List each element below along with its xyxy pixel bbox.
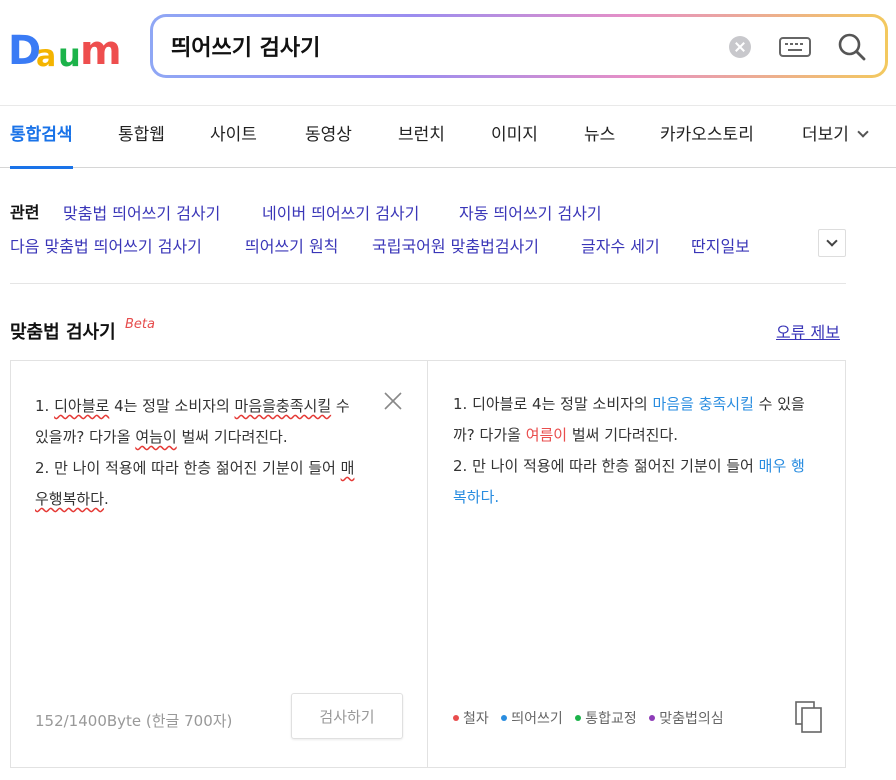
close-icon[interactable]	[383, 391, 403, 411]
legend-spelling: 철자	[453, 711, 489, 727]
input-text: 2. 만 나이 적용에 따라 한층 젊어진 기분이 들어	[35, 459, 341, 477]
legend-integrated: 통합교정	[575, 711, 637, 727]
svg-text:a: a	[36, 39, 54, 70]
corrected-word[interactable]: 여름이	[526, 426, 567, 444]
input-textarea[interactable]: 1. 디아블로 4는 정말 소비자의 마음을충족시킬 수 있을까? 다가올 여늠…	[35, 391, 357, 515]
legend-label: 맞춤법의심	[659, 711, 724, 727]
tab-image[interactable]: 이미지	[491, 106, 538, 168]
tab-more[interactable]: 더보기	[802, 106, 869, 168]
search-box	[150, 14, 888, 78]
related-link[interactable]: 띄어쓰기 원칙	[245, 233, 338, 257]
error-word[interactable]: 디아블로	[54, 397, 109, 415]
clear-icon[interactable]	[729, 36, 751, 58]
report-error-link[interactable]: 오류 제보	[776, 319, 840, 343]
related-expand-button[interactable]	[818, 229, 846, 257]
input-text: .	[104, 490, 109, 508]
related-link[interactable]: 딴지일보	[691, 233, 750, 257]
daum-logo[interactable]: D a u m	[8, 26, 126, 70]
result-plain: 벌써 기다려진다.	[567, 426, 679, 444]
result-plain: 1. 디아블로 4는 정말 소비자의	[453, 395, 653, 413]
panel-divider	[427, 361, 428, 767]
corrected-word[interactable]: 마음을 충족시킬	[653, 395, 754, 413]
tab-more-label: 더보기	[802, 125, 849, 145]
header: D a u m	[0, 0, 896, 106]
related-searches: 관련 맞춤법 띄어쓰기 검사기 네이버 띄어쓰기 검사기 자동 띄어쓰기 검사기…	[0, 168, 896, 284]
search-icon[interactable]	[837, 32, 867, 62]
svg-text:m: m	[80, 28, 119, 70]
check-button[interactable]: 검사하기	[291, 693, 403, 739]
result-text: 1. 디아블로 4는 정말 소비자의 마음을 충족시킬 수 있을까? 다가올 여…	[453, 389, 813, 513]
spell-checker-title: 맞춤법 검사기	[10, 322, 116, 343]
dot-icon	[501, 715, 508, 721]
legend-label: 통합교정	[585, 711, 637, 727]
dot-icon	[453, 715, 459, 721]
beta-badge: Beta	[125, 317, 155, 332]
chevron-down-icon	[826, 235, 838, 247]
svg-text:u: u	[58, 36, 79, 70]
related-link[interactable]: 국립국어원 맞춤법검사기	[372, 233, 539, 257]
tab-integrated-web[interactable]: 통합웹	[118, 106, 165, 168]
byte-counter: 152/1400Byte (한글 700자)	[35, 712, 233, 730]
tab-video[interactable]: 동영상	[305, 106, 352, 168]
error-word[interactable]: 여늠이	[135, 428, 176, 446]
chevron-down-icon	[857, 126, 869, 138]
related-link[interactable]: 자동 띄어쓰기 검사기	[459, 200, 602, 224]
search-input[interactable]	[171, 17, 711, 75]
divider	[10, 283, 846, 284]
spell-checker-panel: 1. 디아블로 4는 정말 소비자의 마음을충족시킬 수 있을까? 다가올 여늠…	[10, 360, 846, 768]
error-word[interactable]: 마음을충족시킬	[235, 397, 332, 415]
error-legend: 철자 띄어쓰기 통합교정 맞춤법의심	[453, 708, 732, 728]
copy-icon[interactable]	[795, 701, 823, 733]
keyboard-icon[interactable]	[779, 36, 811, 58]
legend-label: 철자	[463, 711, 489, 727]
tab-site[interactable]: 사이트	[210, 106, 257, 168]
dot-icon	[649, 715, 656, 721]
result-plain: 2. 만 나이 적용에 따라 한층 젊어진 기분이 들어	[453, 457, 759, 475]
related-link[interactable]: 다음 맞춤법 띄어쓰기 검사기	[10, 233, 202, 257]
search-inner	[153, 17, 885, 75]
dot-icon	[575, 715, 582, 721]
legend-spacing: 띄어쓰기	[501, 711, 563, 727]
tab-news[interactable]: 뉴스	[584, 106, 615, 168]
related-link[interactable]: 맞춤법 띄어쓰기 검사기	[63, 200, 220, 224]
tab-kakaostory[interactable]: 카카오스토리	[660, 106, 754, 168]
legend-label: 띄어쓰기	[511, 711, 563, 727]
related-title: 관련	[10, 203, 40, 222]
input-text: 1.	[35, 397, 55, 415]
related-link[interactable]: 글자수 세기	[581, 233, 660, 257]
related-link[interactable]: 네이버 띄어쓰기 검사기	[262, 200, 419, 224]
tab-integrated-search[interactable]: 통합검색	[10, 106, 73, 169]
search-tabs: 통합검색 통합웹 사이트 동영상 브런치 이미지 뉴스 카카오스토리 더보기	[0, 106, 896, 169]
tab-brunch[interactable]: 브런치	[398, 106, 445, 168]
legend-suspect: 맞춤법의심	[649, 711, 724, 727]
input-text: 벌써 기다려진다.	[176, 428, 288, 446]
input-text: 4는 정말 소비자의	[109, 397, 235, 415]
